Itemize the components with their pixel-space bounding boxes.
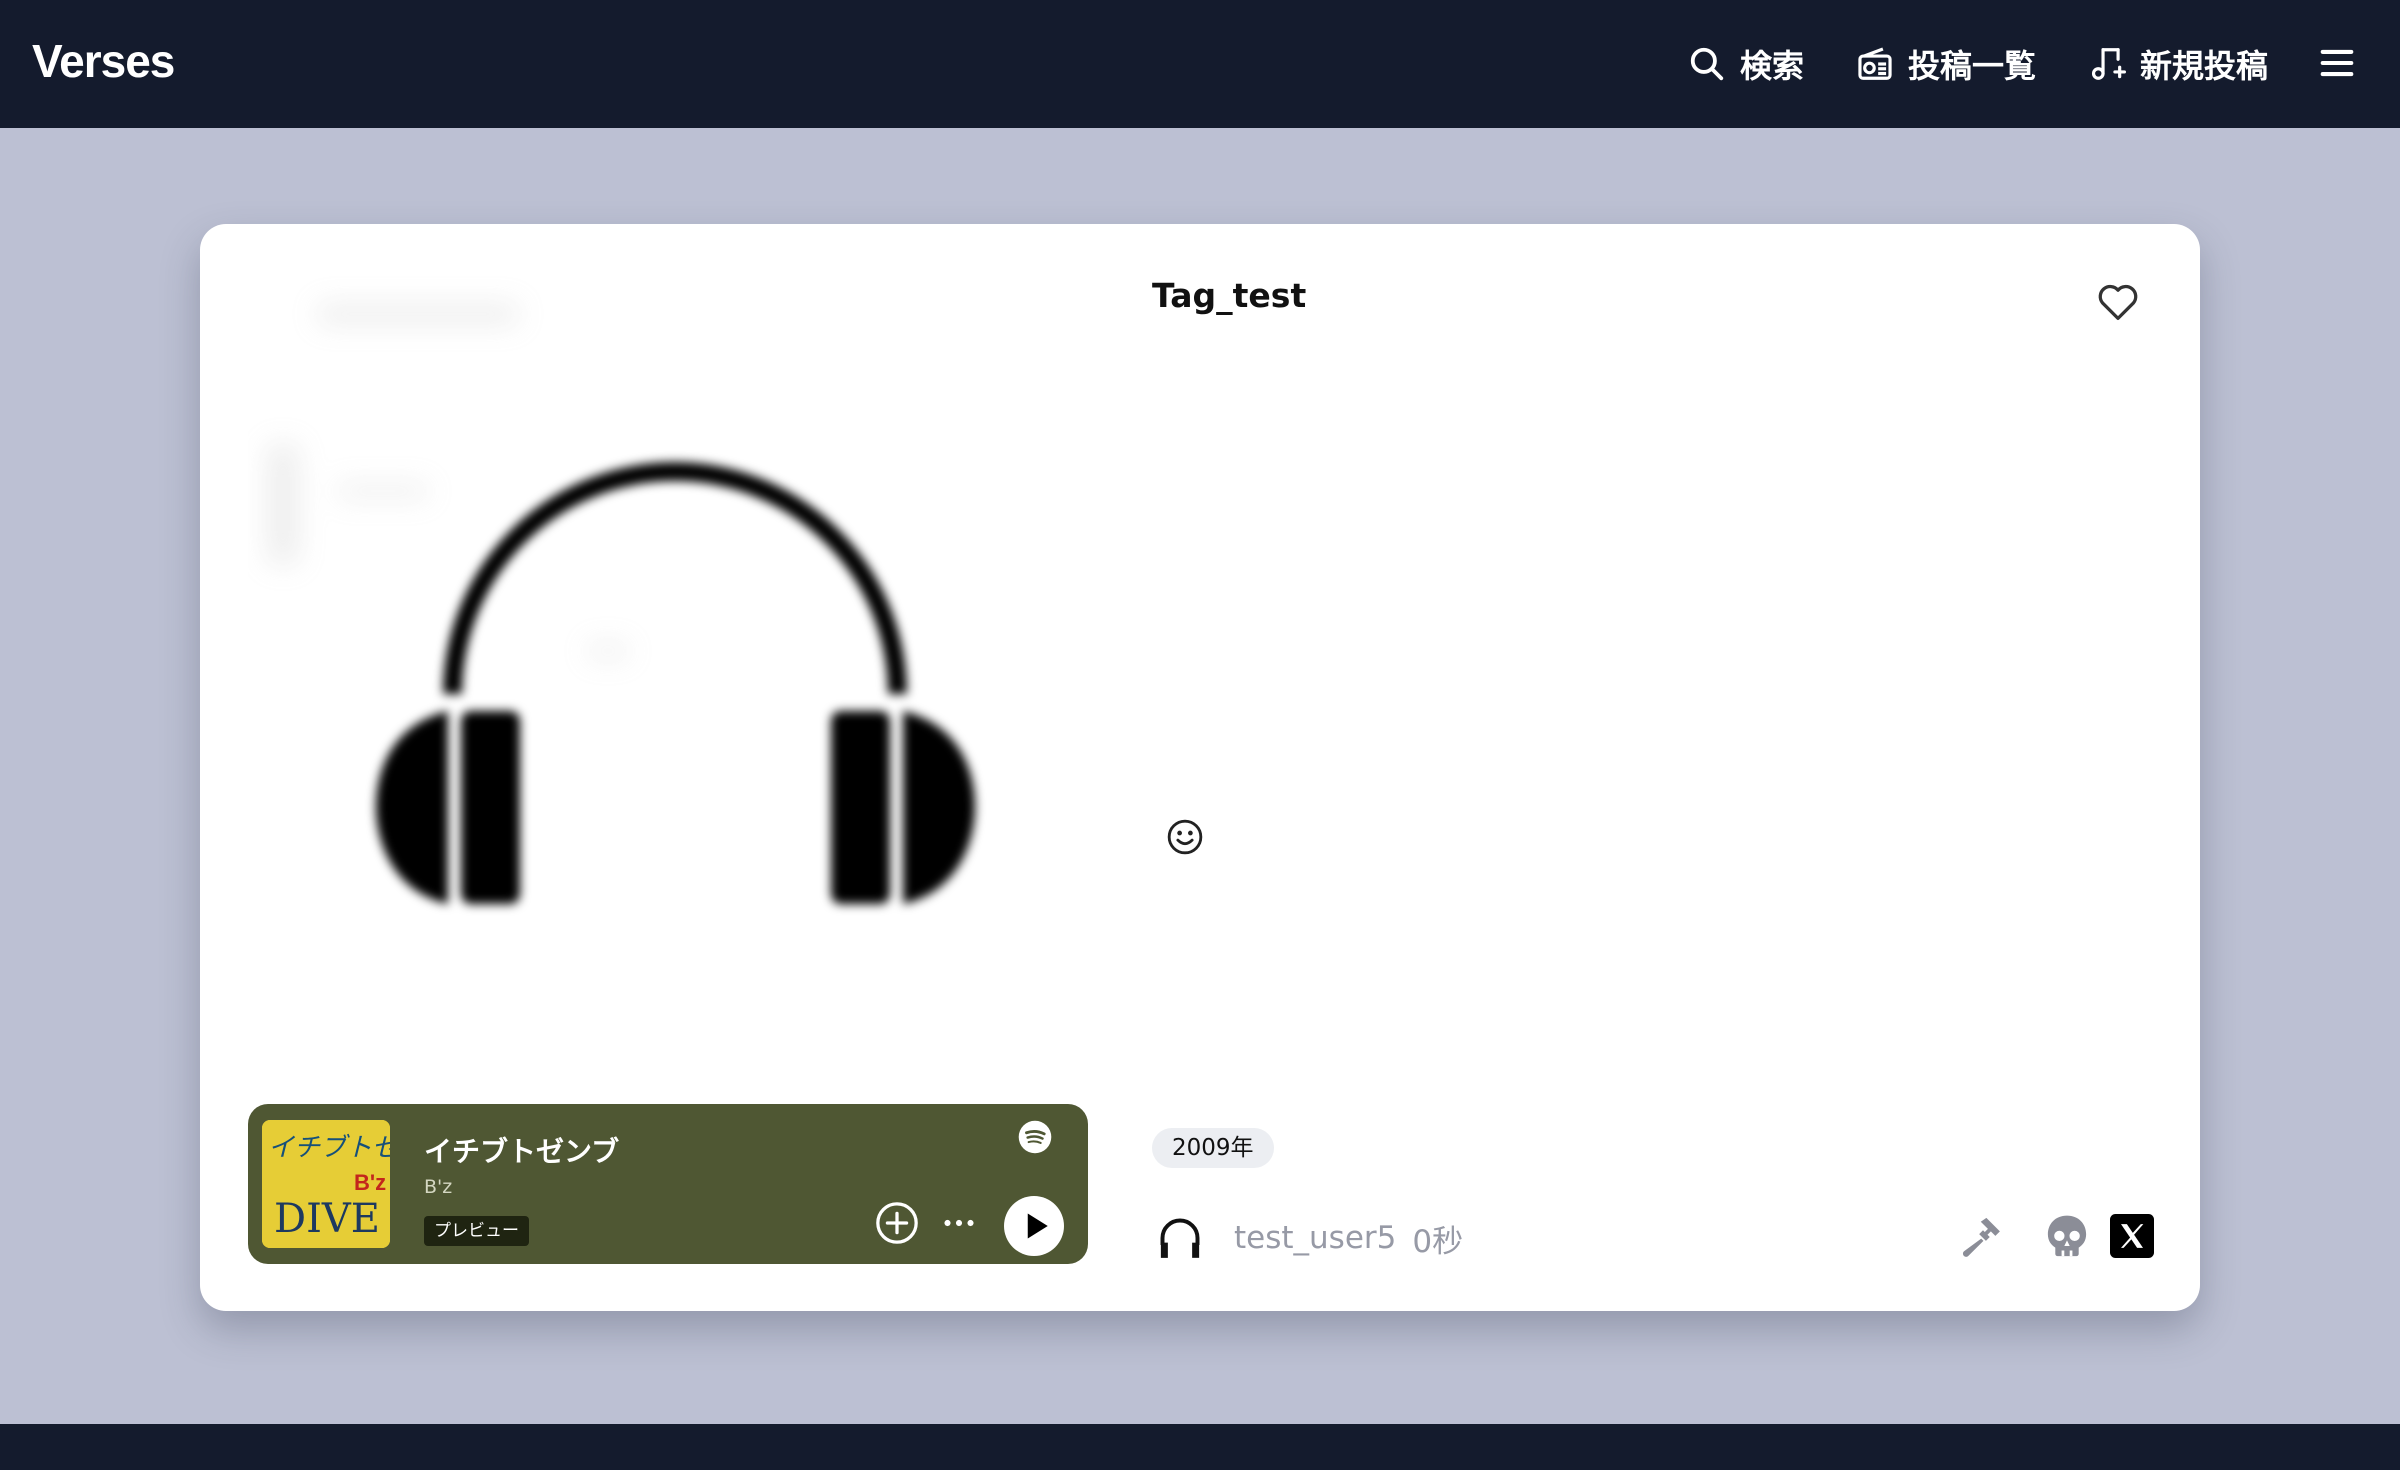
search-icon bbox=[1690, 47, 1724, 81]
menu-icon[interactable] bbox=[2318, 44, 2356, 82]
nav-posts-label: 投稿一覧 bbox=[1908, 47, 2037, 85]
hammer-icon[interactable] bbox=[1956, 1210, 2010, 1264]
play-icon[interactable] bbox=[1004, 1196, 1064, 1256]
footer bbox=[0, 1424, 2400, 1470]
track-title: イチブトゼンブ bbox=[424, 1135, 620, 1168]
album-cover: イチブトゼンブ B'z DIVE bbox=[262, 1120, 390, 1248]
smile-icon[interactable] bbox=[1166, 818, 1204, 856]
cover-title-text: イチブトゼンブ bbox=[268, 1133, 390, 1163]
nav-search-button[interactable]: 検索 bbox=[1688, 40, 1804, 88]
nav-new-post-label: 新規投稿 bbox=[2140, 47, 2269, 85]
more-icon[interactable] bbox=[936, 1200, 982, 1246]
cover-album-text: DIVE bbox=[274, 1196, 380, 1242]
skull-icon[interactable] bbox=[2040, 1210, 2094, 1264]
author-username[interactable]: test_user5 bbox=[1234, 1220, 1396, 1256]
preview-badge: プレビュー bbox=[424, 1216, 529, 1246]
post-author-row: test_user5 0秒 bbox=[1152, 1208, 1463, 1268]
track-artist[interactable]: B'z bbox=[424, 1176, 452, 1198]
heart-icon[interactable] bbox=[2096, 282, 2140, 322]
navbar: Verses 検索 投稿一覧 新規投稿 bbox=[0, 0, 2400, 128]
cover-artist-logo: B'z bbox=[354, 1170, 386, 1195]
nav-new-post-button[interactable]: 新規投稿 bbox=[2088, 40, 2268, 88]
headphones-icon bbox=[1160, 1218, 1200, 1258]
spotify-icon[interactable] bbox=[1018, 1120, 1052, 1154]
post-card: Tag_test 2009年 test_user5 0秒 イチブト B'z DI… bbox=[200, 224, 2200, 1311]
post-tag[interactable]: 2009年 bbox=[1152, 1128, 1274, 1168]
spotify-player: イチブトゼンブ B'z DIVE イチブトゼンブ B'z プレビュー bbox=[248, 1104, 1088, 1264]
add-circle-icon[interactable] bbox=[874, 1200, 920, 1246]
radio-icon bbox=[1858, 47, 1892, 80]
post-elapsed-time: 0秒 bbox=[1412, 1223, 1464, 1260]
nav-search-label: 検索 bbox=[1740, 47, 1805, 85]
music-note-plus-icon bbox=[2091, 48, 2126, 80]
brand-logo[interactable]: Verses bbox=[32, 34, 175, 88]
x-logo-icon[interactable] bbox=[2110, 1214, 2154, 1258]
nav-posts-button[interactable]: 投稿一覧 bbox=[1856, 40, 2036, 88]
post-title: Tag_test bbox=[1152, 276, 1307, 315]
